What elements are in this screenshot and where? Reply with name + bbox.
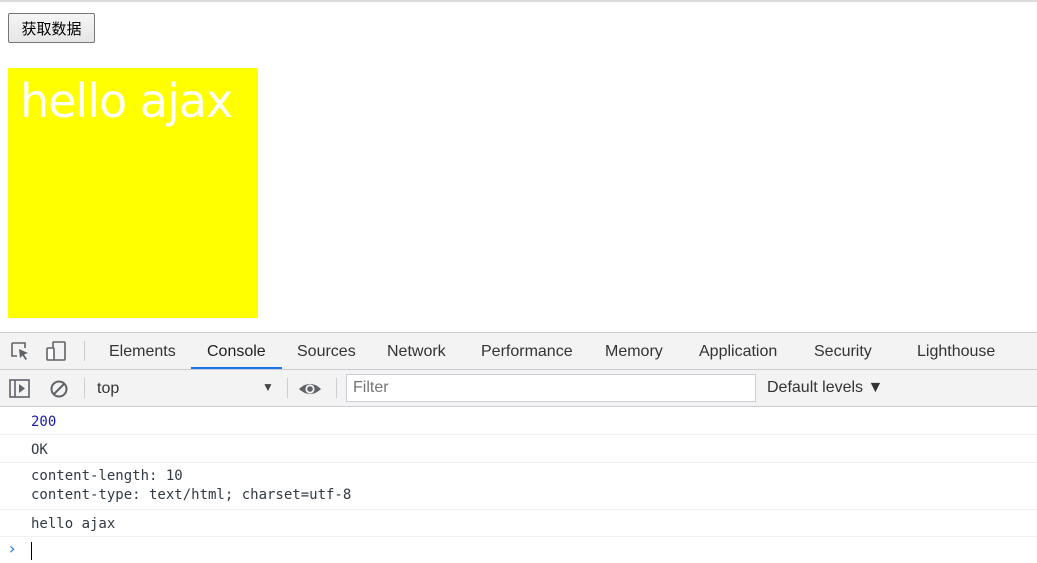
filter-input[interactable] <box>346 374 756 402</box>
console-message-text: hello ajax <box>31 516 116 532</box>
tab-console[interactable]: Console <box>207 333 266 369</box>
dropdown-arrow-icon: ▼ <box>262 380 274 394</box>
tab-memory[interactable]: Memory <box>605 333 663 369</box>
tab-application[interactable]: Application <box>699 333 777 369</box>
context-label: top <box>97 380 120 397</box>
tab-network[interactable]: Network <box>387 333 446 369</box>
result-box: hello ajax <box>8 68 258 318</box>
tab-security[interactable]: Security <box>814 333 872 369</box>
devtools-tabbar: Elements Console Sources Network Perform… <box>0 333 1037 370</box>
tab-sources[interactable]: Sources <box>297 333 356 369</box>
console-toolbar: top ▼ Default levels ▼ <box>0 370 1037 407</box>
toolbar-separator <box>336 378 337 398</box>
active-tab-indicator <box>191 367 282 369</box>
sidebar-toggle-icon[interactable] <box>8 378 32 400</box>
eye-icon[interactable] <box>298 378 322 400</box>
result-text: hello ajax <box>20 74 233 128</box>
fetch-data-button[interactable]: 获取数据 <box>8 13 95 43</box>
inspect-element-icon[interactable] <box>8 340 32 362</box>
console-message-text: 200 <box>31 414 57 430</box>
console-message: hello ajax <box>0 510 1037 537</box>
default-levels-dropdown[interactable]: Default levels ▼ <box>767 379 883 397</box>
text-caret <box>31 542 32 560</box>
console-message-text: OK <box>31 442 48 458</box>
devtools-panel: Elements Console Sources Network Perform… <box>0 332 1037 562</box>
console-message: OK <box>0 435 1037 463</box>
console-message: content-length: 10 content-type: text/ht… <box>0 463 1037 510</box>
tab-elements[interactable]: Elements <box>109 333 176 369</box>
device-toolbar-icon[interactable] <box>45 340 69 362</box>
toolbar-separator <box>84 341 85 361</box>
console-message: 200 <box>0 407 1037 435</box>
toolbar-separator <box>84 378 85 398</box>
console-output: 200 OK content-length: 10 content-type: … <box>0 407 1037 563</box>
context-select[interactable]: top ▼ <box>86 375 280 401</box>
top-border <box>0 0 1037 2</box>
toolbar-separator <box>287 378 288 398</box>
console-message-text: content-length: 10 content-type: text/ht… <box>31 468 352 503</box>
tab-lighthouse[interactable]: Lighthouse <box>917 333 995 369</box>
tab-performance[interactable]: Performance <box>481 333 573 369</box>
console-prompt[interactable]: › <box>0 539 1037 563</box>
chevron-right-icon: › <box>9 539 16 558</box>
clear-console-icon[interactable] <box>48 378 72 400</box>
